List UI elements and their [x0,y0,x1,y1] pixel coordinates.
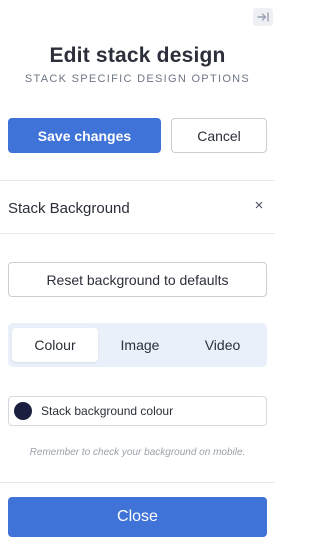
divider [0,482,275,483]
mobile-hint-text: Remember to check your background on mob… [29,447,246,458]
section-title: Stack Background [8,200,130,217]
background-type-tabs: Colour Image Video [8,323,267,367]
divider [0,180,275,181]
close-button[interactable]: Close [8,497,267,537]
background-colour-picker[interactable]: Stack background colour [8,396,267,426]
collapse-panel-button[interactable] [253,8,273,26]
page-title: Edit stack design [49,44,226,67]
save-changes-button[interactable]: Save changes [8,118,161,153]
tab-image[interactable]: Image [98,328,182,362]
collapse-right-icon [257,12,269,22]
close-section-icon[interactable]: × [253,198,265,213]
page-subtitle: STACK SPECIFIC DESIGN OPTIONS [24,73,251,85]
colour-swatch[interactable] [14,402,32,420]
tab-colour[interactable]: Colour [12,328,98,362]
edit-stack-design-panel: Edit stack design STACK SPECIFIC DESIGN … [0,0,275,544]
colour-field-label: Stack background colour [41,404,174,418]
cancel-button[interactable]: Cancel [171,118,267,153]
reset-background-button[interactable]: Reset background to defaults [8,262,267,297]
divider [0,233,275,234]
tab-video[interactable]: Video [182,328,263,362]
